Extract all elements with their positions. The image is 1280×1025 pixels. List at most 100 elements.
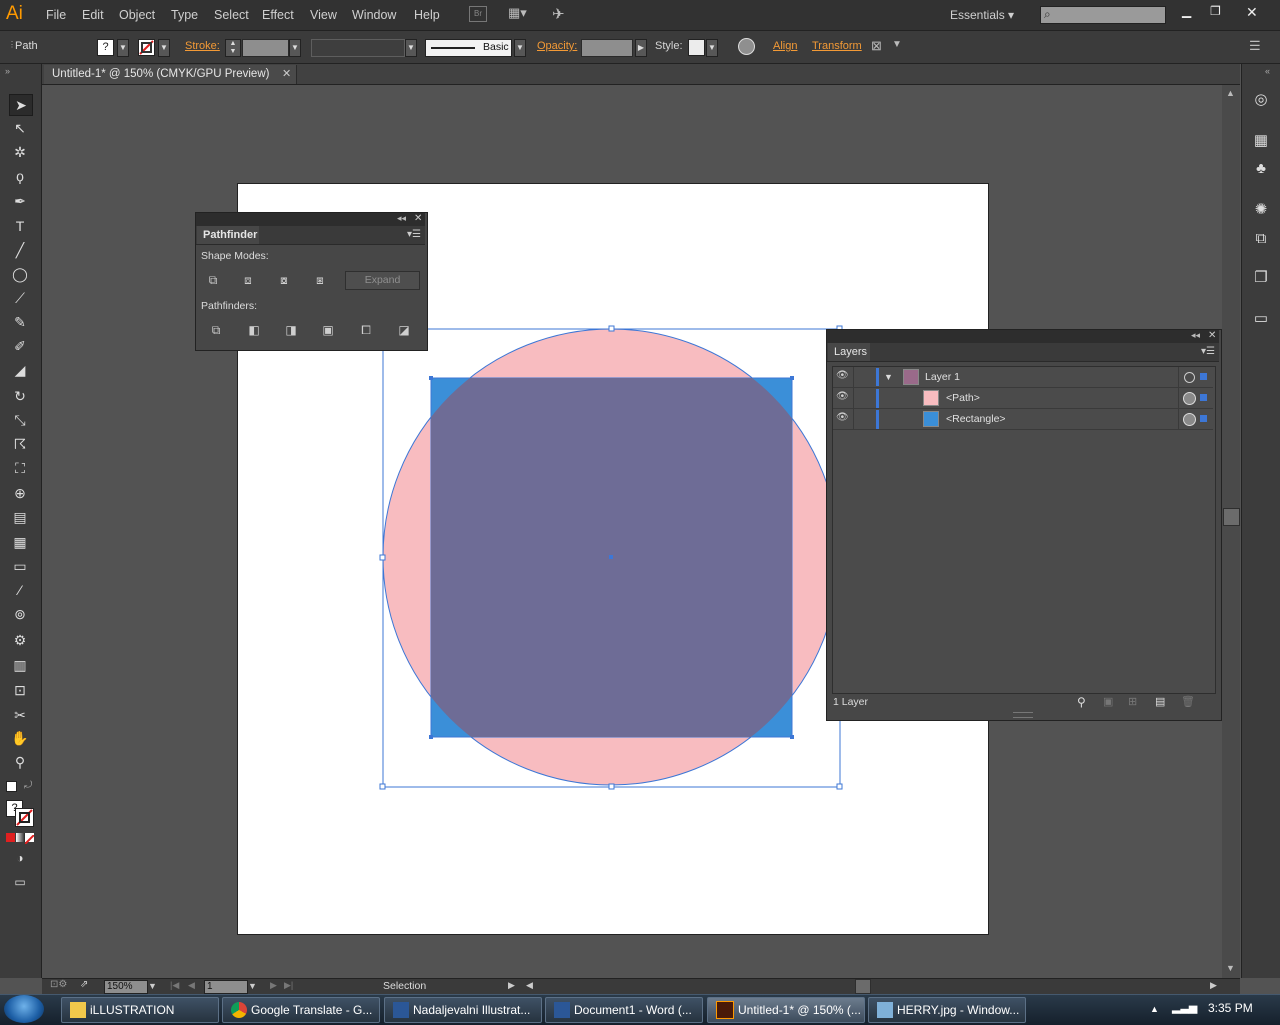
pathfinder-tab[interactable]: Pathfinder [197,226,259,244]
create-sublayer-icon[interactable]: ⊞ [1128,695,1137,708]
expand-button[interactable]: Expand [345,271,420,290]
start-button-icon[interactable] [4,995,44,1023]
stroke-label-link[interactable]: Stroke: [185,40,220,52]
recolor-artwork-icon[interactable] [738,38,755,55]
zoom-tool-icon[interactable]: ⚲ [9,752,31,772]
selected-art-indicator[interactable] [1200,373,1207,380]
minus-back-icon[interactable]: ◪ [395,322,413,338]
scale-tool-icon[interactable]: ⤡ [9,410,31,430]
perspective-grid-tool-icon[interactable]: ▤ [9,507,31,527]
target-filled-icon[interactable] [1183,392,1196,405]
paintbrush-tool-icon[interactable]: ⟋ [9,288,31,308]
zoom-dropdown-icon[interactable]: ▼ [148,981,157,991]
document-profile-icon[interactable]: ⊡⚙ [50,979,67,990]
none-mode-icon[interactable] [24,833,35,845]
stroke-weight-stepper[interactable]: ▲ ▼ [225,39,241,57]
trim-icon[interactable]: ◧ [245,322,263,338]
minimize-button[interactable]: ▁ [1182,4,1191,18]
previous-artboard-icon[interactable]: ◀ [188,980,195,991]
taskbar-clock[interactable]: 3:35 PM [1208,1001,1253,1015]
gpu-performance-icon[interactable]: ✈ [552,5,565,23]
expand-triangle-icon[interactable]: ▼ [884,372,893,382]
first-artboard-icon[interactable]: |◀ [170,980,179,991]
rotate-tool-icon[interactable]: ↻ [9,386,31,406]
close-panel-icon[interactable]: ✕ [1208,330,1216,341]
symbols-icon[interactable]: ♣ [1250,159,1272,179]
vertical-scroll-thumb[interactable] [1223,508,1240,526]
collapse-panel-icon[interactable]: ◂◂ [397,213,406,224]
screen-mode-icon[interactable]: ▭ [9,872,31,892]
opacity-label-link[interactable]: Opacity: [537,40,577,52]
collapse-tools-icon[interactable]: » [5,66,10,76]
divide-icon[interactable]: ⧉ [207,322,225,338]
gradient-mode-icon[interactable] [16,833,25,842]
selected-art-indicator[interactable] [1200,415,1207,422]
exclude-icon[interactable]: ⧆ [311,272,329,288]
layer-name[interactable]: Layer 1 [925,371,960,383]
resize-grip-icon[interactable] [1013,712,1033,718]
taskbar-item-word-nadaljevalni[interactable]: Nadaljevalni Illustrat... [384,997,542,1023]
lasso-tool-icon[interactable]: ϙ [9,166,31,186]
pathfinder-menu-icon[interactable]: ▾☰ [407,229,421,240]
visibility-eye-icon[interactable]: 👁 [836,391,849,402]
unite-icon[interactable]: ⧉ [204,272,222,288]
menu-view[interactable]: View [310,8,337,22]
path-name[interactable]: <Path> [946,392,980,404]
line-tool-icon[interactable]: ╱ [9,240,31,260]
blob-brush-tool-icon[interactable]: ✐ [9,336,31,356]
make-clipping-mask-icon[interactable]: ▣ [1103,695,1113,708]
scroll-left-icon[interactable]: ◀ [526,980,533,991]
horizontal-scroll-thumb[interactable] [855,979,871,994]
menu-object[interactable]: Object [119,8,155,22]
layers-tab[interactable]: Layers [828,343,870,361]
network-icon[interactable]: ▂▃▅ [1172,1001,1197,1014]
graph-tool-icon[interactable]: ▥ [9,655,31,675]
expand-panels-icon[interactable]: « [1265,66,1270,76]
scroll-down-icon[interactable]: ▼ [1226,963,1235,973]
transform-link[interactable]: Transform [812,40,862,52]
isolate-dropdown-icon[interactable]: ▼ [892,39,902,50]
menu-effect[interactable]: Effect [262,8,294,22]
artboard-number-field[interactable]: 1 [204,980,248,994]
arrange-documents-icon[interactable]: ▦▾ [508,5,527,21]
close-tab-icon[interactable]: ✕ [282,67,291,80]
ellipse-tool-icon[interactable]: ◯ [9,264,31,284]
swap-fill-stroke-icon[interactable]: ⤾ [24,780,32,791]
symbol-sprayer-tool-icon[interactable]: ⚙ [9,630,31,650]
control-panel-menu-icon[interactable]: ☰ [1249,38,1261,54]
next-artboard-icon[interactable]: ▶ [270,980,277,991]
slice-tool-icon[interactable]: ✂ [9,705,31,725]
intersect-icon[interactable]: ⧇ [275,272,293,288]
eraser-tool-icon[interactable]: ◢ [9,360,31,380]
layers-menu-icon[interactable]: ▾☰ [1201,346,1215,357]
taskbar-item-photo-viewer[interactable]: HERRY.jpg - Window... [868,997,1026,1023]
gradient-panel-icon[interactable]: ▭ [1250,309,1272,329]
magic-wand-tool-icon[interactable]: ✲ [9,142,31,162]
target-circle-icon[interactable] [1184,372,1195,383]
color-mode-icon[interactable] [6,833,15,842]
layer-row-path[interactable] [833,388,1213,409]
menu-file[interactable]: File [46,8,66,22]
warp-tool-icon[interactable]: ☈ [9,434,31,454]
open-in-bridge-icon[interactable]: ⇗ [80,979,88,990]
taskbar-item-illustration[interactable]: iLLUSTRATION [61,997,219,1023]
scroll-right-icon[interactable]: ▶ [1210,980,1217,991]
graphic-style-dropdown-icon[interactable]: ▼ [706,39,718,57]
pathfinder-panel-header[interactable] [196,213,425,226]
scroll-up-icon[interactable]: ▲ [1226,88,1235,98]
direct-selection-tool-icon[interactable]: ↖ [9,118,31,138]
artboard-dropdown-icon[interactable]: ▼ [248,981,257,991]
last-artboard-icon[interactable]: ▶| [284,980,293,991]
taskbar-item-illustrator[interactable]: Untitled-1* @ 150% (... [707,997,865,1023]
brush-dropdown-icon[interactable]: ▼ [514,39,526,57]
show-hidden-icons[interactable]: ▲ [1150,1004,1159,1014]
taskbar-item-word-document1[interactable]: Document1 - Word (... [545,997,703,1023]
variable-width-dropdown-icon[interactable]: ▼ [405,39,417,57]
menu-type[interactable]: Type [171,8,198,22]
appearance-icon[interactable]: ✺ [1250,200,1272,220]
variable-width-profile-field[interactable] [311,39,405,57]
locate-object-icon[interactable]: ⚲ [1077,695,1086,709]
zoom-level-field[interactable]: 150% [104,980,148,994]
menu-edit[interactable]: Edit [82,8,104,22]
color-guide-icon[interactable]: ◎ [1250,90,1272,110]
